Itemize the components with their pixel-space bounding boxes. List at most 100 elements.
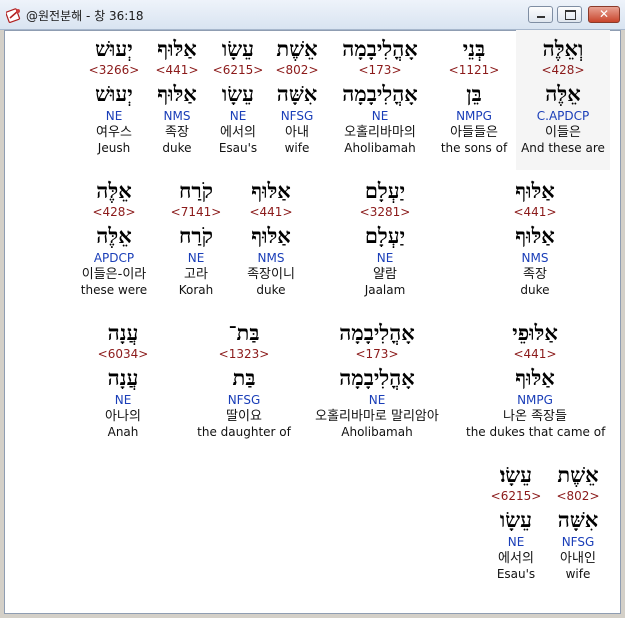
word-block[interactable]: אַלּוּף <441> אַלּוּף NMS 족장이니 duke	[236, 178, 306, 298]
strongs-number[interactable]: <3281>	[350, 204, 420, 220]
hebrew-word: אַלּוּפֵי	[512, 320, 558, 345]
hebrew-word: אַלּוּף	[515, 178, 555, 203]
hebrew-root: יְעוּשׁ	[95, 81, 133, 106]
strongs-number[interactable]: <6215>	[488, 488, 544, 504]
title-bar: @원전분해 - 창 36:18 ✕	[0, 0, 625, 30]
hebrew-root: אֵלֶּה	[96, 223, 132, 248]
strongs-number[interactable]: <173>	[330, 62, 430, 78]
hebrew-word: יְעוּשׁ	[95, 36, 133, 61]
strongs-number[interactable]: <441>	[236, 204, 306, 220]
korean-gloss: 에서의	[498, 551, 534, 566]
hebrew-word: אֵלֶּה	[96, 178, 132, 203]
morphology-code: NMS	[257, 251, 285, 265]
word-block[interactable]: אָהֳלִיבָמָה <173> אָהֳלִיבָמָה NE 오홀리바마…	[330, 36, 430, 156]
hebrew-word: בְּנֵי	[462, 36, 486, 61]
word-block[interactable]: אַלּוּף <441> אַלּוּף NMS 족장 duke	[500, 178, 570, 298]
korean-gloss: 이들은-이라	[81, 267, 147, 282]
word-block[interactable]: בְּנֵי <1121> בֵּן NMPG 아들들은 the sons of	[437, 36, 511, 156]
english-gloss: the dukes that came of	[466, 425, 606, 439]
word-block[interactable]: וְאֵלֶּה <428> אֵלֶּה C.APDCP 이들은 And th…	[516, 36, 610, 156]
word-block[interactable]: אַלּוּפֵי <441> אַלּוּף NMPG 나온 족장들 the …	[466, 320, 606, 440]
hebrew-word: אֵשֶׁת	[557, 462, 599, 487]
hebrew-word: אָהֳלִיבָמָה	[339, 320, 415, 345]
english-gloss: Aholibamah	[344, 141, 416, 155]
hebrew-root: אָהֳלִיבָמָה	[339, 365, 415, 390]
hebrew-root: יַעְלָם	[364, 223, 406, 248]
korean-gloss: 딸이요	[226, 409, 262, 424]
window-title: @원전분해 - 창 36:18	[26, 9, 144, 23]
english-gloss: Korah	[178, 283, 214, 297]
english-gloss: these were	[80, 283, 148, 297]
strongs-number[interactable]: <7141>	[166, 204, 226, 220]
hebrew-word: עֲנָה	[107, 320, 139, 345]
word-block[interactable]: אַלּוּף <441> אַלּוּף NMS 족장 duke	[150, 36, 204, 156]
morphology-code: NMS	[163, 109, 191, 123]
word-block[interactable]: עֵשָׂו <6215> עֵשָׂו NE 에서의 Esau's	[211, 36, 265, 156]
korean-gloss: 오홀리바마로 말리암아	[315, 409, 439, 424]
korean-gloss: 오홀리바마의	[344, 125, 416, 140]
strongs-number[interactable]: <6034>	[93, 346, 153, 362]
word-block[interactable]: יַעְלָם <3281> יַעְלָם NE 얄람 Jaalam	[350, 178, 420, 298]
korean-gloss: 족장	[165, 125, 189, 140]
english-gloss: duke	[162, 141, 192, 155]
strongs-number[interactable]: <173>	[298, 346, 456, 362]
english-gloss: the sons of	[440, 141, 508, 155]
word-block[interactable]: בַּת־ <1323> בַּת NFSG 딸이요 the daughter …	[196, 320, 292, 440]
close-icon: ✕	[598, 7, 610, 21]
hebrew-root: אַלּוּף	[251, 223, 291, 248]
close-button[interactable]: ✕	[588, 6, 620, 23]
strongs-number[interactable]: <441>	[466, 346, 604, 362]
word-block[interactable]: אָהֳלִיבָמָה <173> אָהֳלִיבָמָה NE 오홀리바마…	[298, 320, 456, 440]
english-gloss: wife	[284, 141, 310, 155]
morphology-code: NMS	[521, 251, 549, 265]
strongs-number[interactable]: <1121>	[437, 62, 511, 78]
hebrew-root: אַלּוּף	[515, 223, 555, 248]
strongs-number[interactable]: <3266>	[84, 62, 144, 78]
word-block[interactable]: אֵשֶׁת <802> אִשָּׁה NFSG 아내 wife	[269, 36, 325, 156]
word-block[interactable]: עֲנָה <6034> עֲנָה NE 아나의 Anah	[93, 320, 153, 440]
morphology-code: NE	[114, 393, 132, 407]
hebrew-root: בֵּן	[466, 81, 482, 106]
morphology-code: NE	[507, 535, 525, 549]
english-gloss: Jeush	[97, 141, 131, 155]
hebrew-word: אַלּוּף	[251, 178, 291, 203]
maximize-icon	[565, 10, 576, 20]
minimize-icon	[537, 16, 545, 18]
word-block[interactable]: אֵשֶׁת <802> אִשָּׁה NFSG 아내인 wife	[550, 462, 606, 582]
morphology-code: NE	[229, 109, 247, 123]
english-gloss: duke	[520, 283, 550, 297]
hebrew-word: עֵשָׂו׃	[499, 462, 533, 487]
morphology-code: NMPG	[517, 393, 553, 407]
word-block[interactable]: עֵשָׂו׃ <6215> עֵשָׂו NE 에서의 Esau's	[488, 462, 544, 582]
hebrew-root: בַּת	[232, 365, 256, 390]
word-block[interactable]: יְעוּשׁ <3266> יְעוּשׁ NE 여우스 Jeush	[84, 36, 144, 156]
strongs-number[interactable]: <441>	[150, 62, 204, 78]
strongs-number[interactable]: <802>	[550, 488, 606, 504]
maximize-button[interactable]	[557, 6, 582, 23]
hebrew-word: בַּת־	[228, 320, 260, 345]
morphology-code: C.APDCP	[536, 109, 590, 123]
strongs-number[interactable]: <428>	[516, 62, 610, 78]
korean-gloss: 족장	[523, 267, 547, 282]
minimize-button[interactable]	[528, 6, 553, 23]
strongs-number[interactable]: <1323>	[196, 346, 292, 362]
strongs-number[interactable]: <441>	[500, 204, 570, 220]
hebrew-root: אֵלֶּה	[545, 81, 581, 106]
hebrew-root: אַלּוּף	[515, 365, 555, 390]
morphology-code: NFSG	[227, 393, 261, 407]
hebrew-root: אִשָּׁה	[557, 507, 599, 532]
strongs-number[interactable]: <428>	[72, 204, 156, 220]
korean-gloss: 족장이니	[247, 267, 295, 282]
morphology-code: NE	[376, 251, 394, 265]
word-block[interactable]: אֵלֶּה <428> אֵלֶּה APDCP 이들은-이라 these w…	[72, 178, 156, 298]
morphology-code: NE	[105, 109, 123, 123]
strongs-number[interactable]: <6215>	[211, 62, 265, 78]
english-gloss: the daughter of	[197, 425, 291, 439]
hebrew-word: יַעְלָם	[364, 178, 406, 203]
korean-gloss: 아내	[285, 125, 309, 140]
english-gloss: And these are	[521, 141, 605, 155]
word-block[interactable]: קֹרַח <7141> קֹרַח NE 고라 Korah	[166, 178, 226, 298]
morphology-code: NFSG	[280, 109, 314, 123]
strongs-number[interactable]: <802>	[269, 62, 325, 78]
hebrew-root: קֹרַח	[179, 223, 213, 248]
